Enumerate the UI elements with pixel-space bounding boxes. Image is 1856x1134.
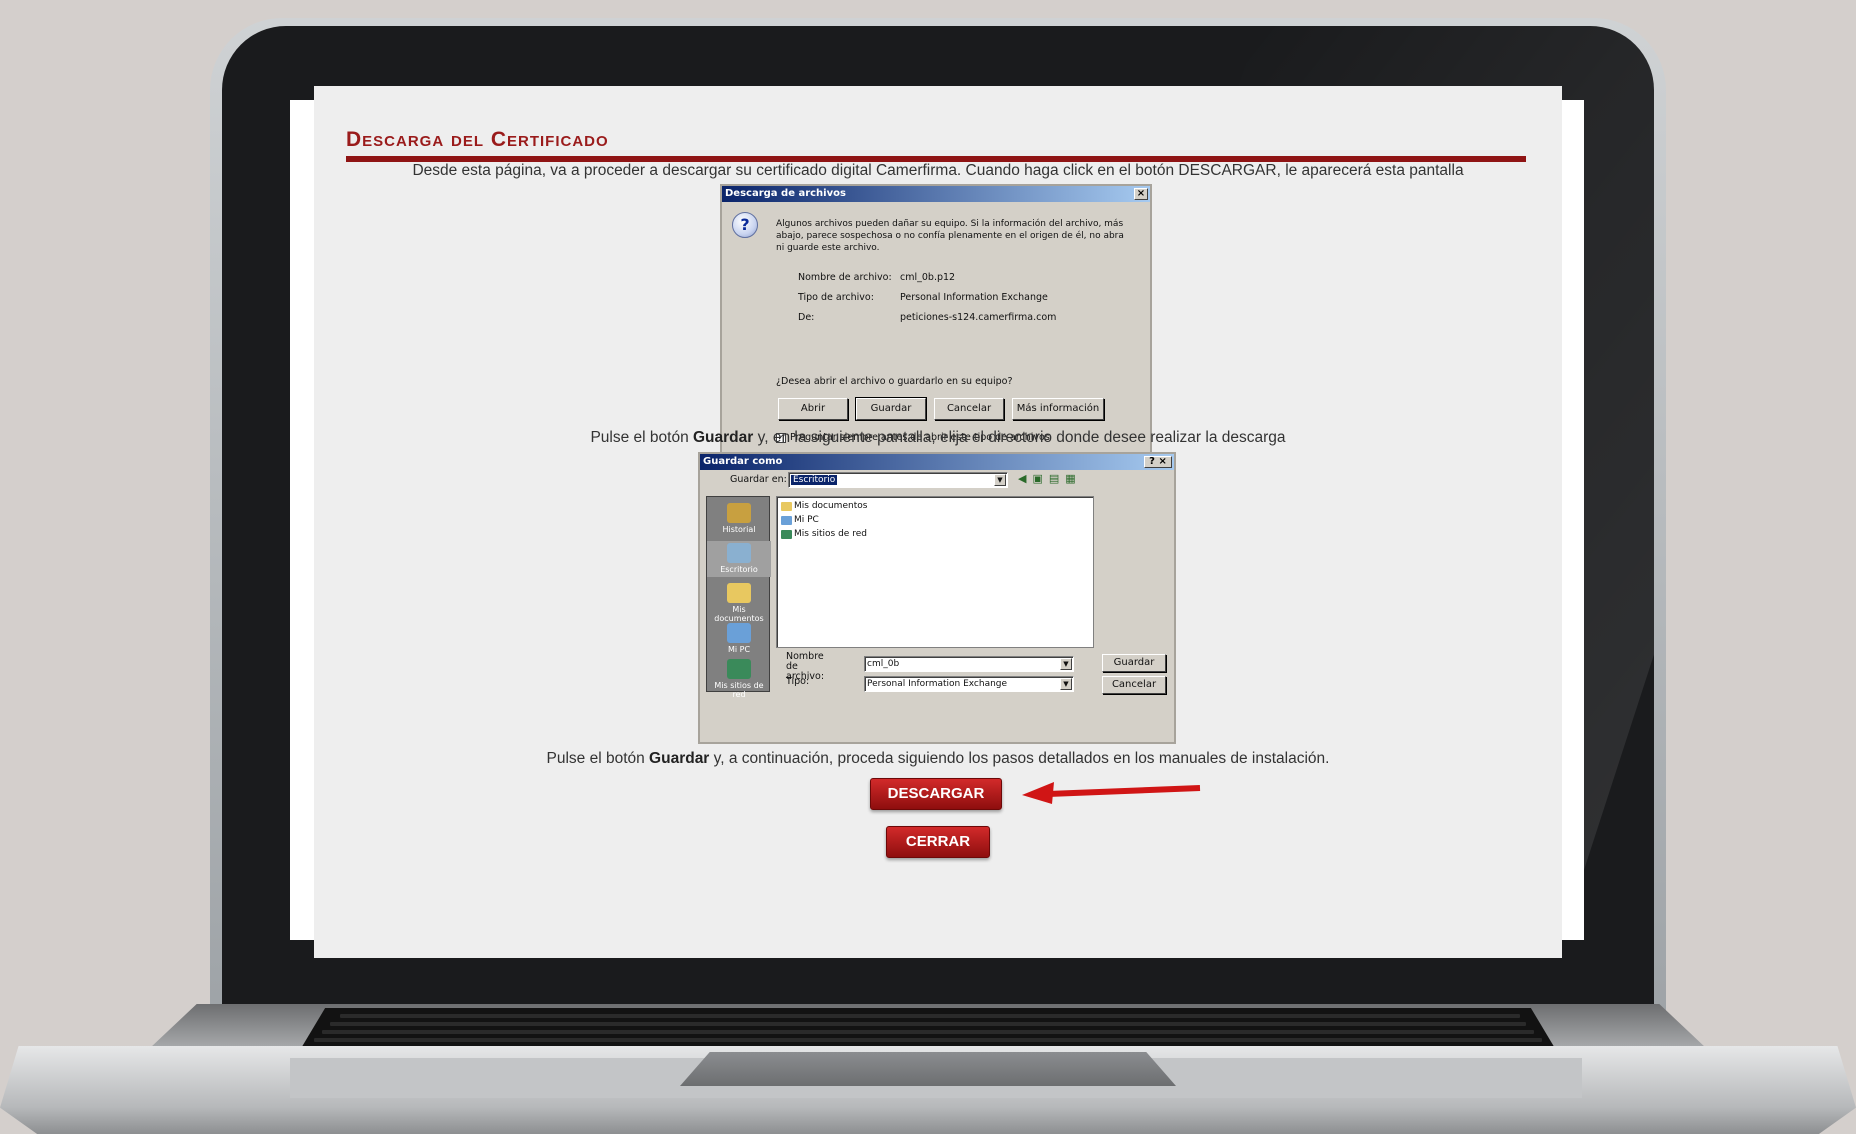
places-bar: Historial Escritorio Mis documentos Mi P…: [706, 496, 771, 699]
chevron-down-icon: ▼: [1060, 678, 1072, 690]
trackpad: [680, 1052, 1176, 1086]
network-icon: [781, 529, 792, 539]
place-label: Mi PC: [727, 645, 751, 654]
toolbar-icons: ◀▣▤▦: [1018, 472, 1082, 485]
help-close-icons: ? ×: [1144, 456, 1172, 468]
filename-value: cml_0b: [867, 659, 900, 669]
close-icon: ×: [1134, 188, 1148, 200]
place-mis-sitios: Mis sitios de red: [707, 657, 771, 699]
download-dialog-titlebar: Descarga de archivos ×: [722, 186, 1150, 202]
place-mis-documentos: Mis documentos: [707, 581, 771, 623]
chevron-down-icon: ▼: [1060, 658, 1072, 670]
file-item: Mis sitios de red: [781, 529, 867, 539]
step3-text: Pulse el botón Guardar y, a continuación…: [314, 750, 1562, 768]
type-select: Personal Information Exchange ▼: [864, 676, 1074, 692]
keyboard: [300, 1008, 1556, 1050]
open-button: Abrir: [778, 398, 848, 420]
download-dialog-title: Descarga de archivos: [725, 188, 846, 199]
place-label: Mis sitios de red: [714, 681, 764, 699]
download-dialog-image: Descarga de archivos × ? Algunos archivo…: [720, 184, 1152, 458]
type-value: Personal Information Exchange: [867, 679, 1008, 689]
folder-icon: [727, 583, 751, 603]
place-label: Historial: [722, 525, 756, 534]
save-as-title: Guardar como: [703, 456, 783, 467]
history-icon: [727, 503, 751, 523]
save-in-select: Escritorio ▼: [788, 472, 1008, 488]
step2-bold: Guardar: [693, 429, 754, 446]
file-list: Mis documentos Mi PC Mis sitios de red: [776, 496, 1094, 648]
cancel-button: Cancelar: [934, 398, 1004, 420]
filetype-value: Personal Information Exchange: [900, 292, 1048, 303]
intro-text: Desde esta página, va a proceder a desca…: [412, 162, 1464, 179]
computer-icon: [727, 623, 751, 643]
save-as-titlebar: Guardar como ? ×: [700, 454, 1174, 470]
filename-label: Nombre de archivo:: [798, 272, 892, 283]
screen-margin-right: [1560, 100, 1584, 940]
from-label: De:: [798, 312, 815, 323]
place-escritorio: Escritorio: [707, 541, 771, 577]
saveas-save-button: Guardar: [1102, 654, 1166, 672]
filename-input: cml_0b ▼: [864, 656, 1074, 672]
file-item: Mis documentos: [781, 501, 867, 511]
place-historial: Historial: [707, 501, 771, 537]
download-warning: Algunos archivos pueden dañar su equipo.…: [776, 219, 1124, 253]
from-value: peticiones-s124.camerfirma.com: [900, 312, 1057, 323]
download-button[interactable]: DESCARGAR: [870, 778, 1002, 810]
folder-icon: [781, 501, 792, 511]
network-icon: [727, 659, 751, 679]
question-icon: ?: [732, 212, 758, 238]
page-title: Descarga del Certificado: [346, 128, 609, 151]
file-item: Mi PC: [781, 515, 819, 525]
desktop-icon: [727, 543, 751, 563]
save-in-value: Escritorio: [791, 475, 838, 485]
step3-bold: Guardar: [649, 750, 710, 767]
place-label: Escritorio: [720, 565, 758, 574]
step3-post: y, a continuación, proceda siguiendo los…: [709, 750, 1330, 767]
red-arrow-annotation: [1022, 782, 1201, 804]
step2-post: y, en la siguiente pantalla, elija el di…: [753, 429, 1286, 446]
filetype-label: Tipo de archivo:: [798, 292, 874, 303]
screen-margin-left: [290, 100, 314, 940]
close-button[interactable]: CERRAR: [886, 826, 990, 858]
open-or-save-question: ¿Desea abrir el archivo o guardarlo en s…: [776, 376, 1013, 387]
step3-pre: Pulse el botón: [546, 750, 650, 767]
save-button: Guardar: [855, 397, 927, 421]
saveas-cancel-button: Cancelar: [1102, 676, 1166, 694]
more-info-button: Más información: [1012, 398, 1104, 420]
computer-icon: [781, 515, 792, 525]
file-item-label: Mi PC: [794, 515, 819, 525]
file-item-label: Mis sitios de red: [794, 529, 867, 539]
step2-text: Pulse el botón Guardar y, en la siguient…: [314, 429, 1562, 447]
step2-pre: Pulse el botón: [590, 429, 693, 446]
browser-page: Descarga del Certificado Desde esta pági…: [314, 86, 1562, 958]
save-as-dialog-image: Guardar como ? × Guardar en: Escritorio …: [698, 452, 1176, 744]
save-in-label: Guardar en:: [730, 474, 787, 485]
filename-value: cml_0b.p12: [900, 272, 956, 283]
file-item-label: Mis documentos: [794, 501, 868, 511]
place-mi-pc: Mi PC: [707, 621, 771, 657]
chevron-down-icon: ▼: [994, 474, 1006, 486]
type-label: Tipo:: [786, 676, 810, 687]
